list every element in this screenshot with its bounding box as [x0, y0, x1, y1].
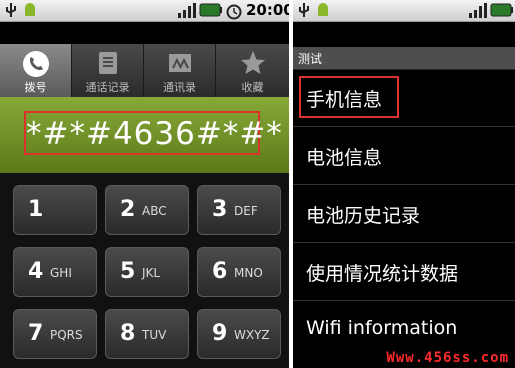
key-digit: 1 [28, 197, 44, 222]
menu-highlight-box [299, 76, 399, 118]
tab-label: 收藏 [241, 81, 264, 94]
status-bar: 20:00 [0, 0, 289, 22]
signal-icon [469, 3, 487, 18]
status-time: 20:00 [246, 1, 289, 19]
key-letters: ABC [142, 204, 167, 218]
key-4[interactable]: 4 GHI [13, 247, 97, 297]
key-3[interactable]: 3 DEF [197, 185, 281, 235]
page-title: 测试 [298, 52, 323, 66]
battery-icon [199, 3, 222, 17]
usb-icon [299, 3, 309, 17]
star-icon [240, 51, 265, 74]
key-letters: GHI [50, 266, 72, 280]
key-letters: MNO [234, 266, 263, 280]
key-letters: WXYZ [234, 328, 270, 342]
key-8[interactable]: 8 TUV [105, 309, 189, 359]
app-titlebar: 测试 [293, 47, 515, 70]
key-5[interactable]: 5 JKL [105, 247, 189, 297]
key-digit: 7 [28, 321, 44, 346]
tab-label: 拨号 [24, 81, 47, 94]
watermark: Www.456ss.com [386, 350, 509, 366]
menu-item-label: 使用情况统计数据 [306, 263, 459, 285]
tab-call-log[interactable]: 通话记录 [72, 44, 144, 97]
keypad: 1 2 ABC 3 DEF 4 GHI 5 JKL 6 MNO 7 PQRS 8 [0, 173, 289, 368]
dialer-screen: 20:00 拨号 通话记录 通讯录 收藏 *#*#4636#*#* 1 2 AB… [0, 0, 289, 368]
menu-item-usage-stats[interactable]: 使用情况统计数据 [293, 243, 515, 301]
testing-screen: 测试 手机信息 电池信息 电池历史记录 使用情况统计数据 Wifi inform… [293, 0, 515, 368]
key-digit: 9 [212, 321, 228, 346]
alarm-icon [226, 4, 242, 20]
dialer-tabs: 拨号 通话记录 通讯录 收藏 [0, 44, 289, 97]
menu-item-battery-info[interactable]: 电池信息 [293, 127, 515, 185]
key-digit: 8 [120, 321, 136, 346]
signal-icon [178, 3, 196, 18]
tab-label: 通讯录 [163, 81, 196, 94]
key-letters: TUV [142, 328, 167, 342]
key-letters: DEF [234, 204, 258, 218]
key-7[interactable]: 7 PQRS [13, 309, 97, 359]
key-digit: 2 [120, 197, 136, 222]
key-6[interactable]: 6 MNO [197, 247, 281, 297]
phone-icon [22, 51, 49, 77]
menu-item-label: 电池历史记录 [306, 205, 421, 227]
usb-icon [6, 3, 16, 17]
dial-input[interactable]: *#*#4636#*#* [26, 116, 282, 152]
key-9[interactable]: 9 WXYZ [197, 309, 281, 359]
tab-favorites[interactable]: 收藏 [216, 44, 289, 97]
key-digit: 3 [212, 197, 228, 222]
menu-item-label: Wifi information [306, 317, 458, 339]
call-log-icon [98, 52, 117, 74]
tab-contacts[interactable]: 通讯录 [144, 44, 216, 97]
tab-dialpad[interactable]: 拨号 [0, 44, 72, 97]
menu-item-battery-history[interactable]: 电池历史记录 [293, 185, 515, 243]
key-2[interactable]: 2 ABC [105, 185, 189, 235]
android-icon [318, 3, 328, 16]
key-1[interactable]: 1 [13, 185, 97, 235]
status-bar [293, 0, 515, 22]
menu-item-label: 电池信息 [306, 147, 383, 169]
battery-icon [490, 3, 513, 17]
key-digit: 5 [120, 259, 136, 284]
android-icon [25, 3, 35, 16]
tab-label: 通话记录 [85, 81, 130, 94]
dial-highlight-box: *#*#4636#*#* [24, 111, 282, 155]
key-digit: 6 [212, 259, 228, 284]
key-letters: JKL [142, 266, 161, 280]
key-digit: 4 [28, 259, 44, 284]
dial-display: *#*#4636#*#* [0, 97, 289, 173]
contacts-icon [168, 54, 191, 72]
key-letters: PQRS [50, 328, 83, 342]
